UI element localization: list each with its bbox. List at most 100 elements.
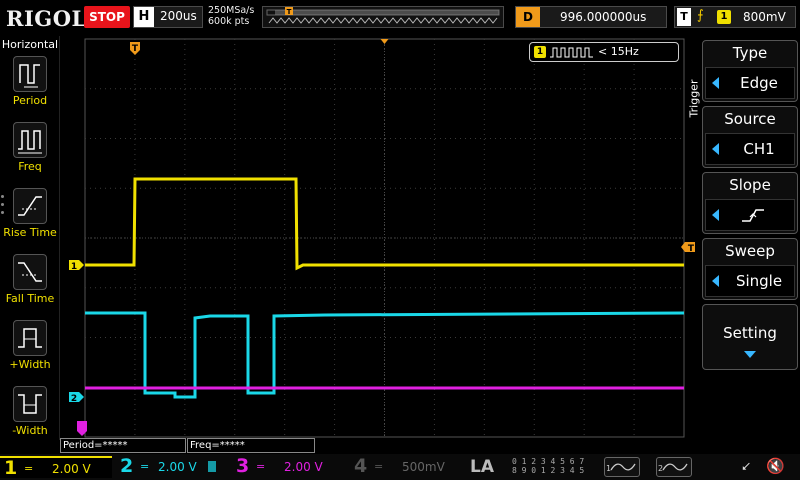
channel-3-status[interactable]: 3 = 2.00 V xyxy=(232,455,348,478)
measure-rise-time-button[interactable]: Rise Time xyxy=(0,188,60,250)
channel-1-status[interactable]: 1 = 2.00 V xyxy=(0,456,112,479)
generator-2-number: 2 xyxy=(658,464,664,473)
generator-2-button[interactable]: 2 xyxy=(656,457,692,477)
left-arrow-icon xyxy=(712,275,719,287)
channel-2-status[interactable]: 2 = 2.00 V xyxy=(116,455,232,478)
measure-menu: Horizontal Period Freq Rise Time Fall Ti… xyxy=(0,36,60,440)
la-bits-bottom: 8 9 0 1 2 3 4 5 xyxy=(512,466,585,475)
channel-1-offset-label: 1 xyxy=(71,262,77,272)
measure-negative-width-label: -Width xyxy=(12,424,48,437)
channel-3-coupling: = xyxy=(256,460,266,473)
trigger-menu-title: Trigger xyxy=(687,79,701,118)
trigger-slope-softkey[interactable]: Slope xyxy=(702,172,798,234)
fall-time-icon xyxy=(13,254,47,290)
trigger-type-label: Type xyxy=(732,44,768,62)
trigger-source-softkey[interactable]: Source CH1 xyxy=(702,106,798,168)
delay-key: D xyxy=(516,7,540,27)
channel-4-scale: 500mV xyxy=(402,460,445,474)
measure-positive-width-button[interactable]: +Width xyxy=(0,320,60,382)
top-status-bar: RIGOL STOP H 200us 250MSa/s 600k pts T D… xyxy=(0,0,800,36)
memory-waveform-icon: T xyxy=(266,7,500,24)
trigger-menu-label: Trigger xyxy=(686,70,702,130)
channel-1-coupling: = xyxy=(24,462,34,475)
trigger-position-label: T xyxy=(132,44,139,54)
trigger-menu: Type Edge Source CH1 Slope Sweep Single … xyxy=(702,36,800,440)
trigger-setting-label: Setting xyxy=(723,324,777,342)
trigger-source-label: Source xyxy=(724,110,776,128)
rising-edge-icon: ⨍ xyxy=(697,8,704,23)
bandwidth-limit-icon xyxy=(208,461,216,472)
trigger-setting-softkey[interactable]: Setting xyxy=(702,304,798,370)
trigger-slope-label: Slope xyxy=(729,176,771,194)
measure-frequency-label: Freq xyxy=(18,160,42,173)
frequency-icon xyxy=(13,122,47,158)
speaker-muted-icon[interactable]: 🔇 xyxy=(766,457,785,475)
frequency-counter-readout: 1 < 15Hz xyxy=(529,42,679,62)
measure-positive-width-label: +Width xyxy=(9,358,51,371)
channel-1-number: 1 xyxy=(4,457,18,479)
trigger-sweep-label: Sweep xyxy=(725,242,775,260)
measure-fall-time-label: Fall Time xyxy=(5,292,55,305)
logic-analyzer-status[interactable]: LA 0 1 2 3 4 5 6 7 8 9 0 1 2 3 4 5 xyxy=(468,456,602,478)
generator-1-button[interactable]: 1 xyxy=(604,457,640,477)
channel-4-status[interactable]: 4 = 500mV xyxy=(350,455,466,478)
trigger-key: T xyxy=(677,8,691,26)
channel-4-number: 4 xyxy=(354,455,368,477)
measure-period-button[interactable]: Period xyxy=(0,56,60,118)
measure-rise-time-label: Rise Time xyxy=(3,226,57,239)
channel-2-coupling: = xyxy=(140,460,150,473)
logic-analyzer-label: LA xyxy=(470,457,494,477)
usb-icon: ⭩ xyxy=(742,460,751,475)
memory-depth: 600k pts xyxy=(208,16,250,27)
measure-menu-title: Horizontal xyxy=(1,38,59,51)
trigger-source-badge: 1 xyxy=(717,10,731,24)
horizontal-key: H xyxy=(134,7,154,27)
channel-3-number: 3 xyxy=(236,455,250,477)
trigger-source-value: CH1 xyxy=(743,140,775,158)
measure-frequency-button[interactable]: Freq xyxy=(0,122,60,184)
positive-width-icon xyxy=(13,320,47,356)
measurement-period[interactable]: Period=***** xyxy=(60,438,186,453)
channel-1-scale: 2.00 V xyxy=(52,462,91,476)
memory-position-bar[interactable]: T xyxy=(262,6,504,28)
rising-slope-icon xyxy=(742,209,764,222)
period-icon xyxy=(13,56,47,92)
trigger-status-readout[interactable]: T ⨍ 1 800mV xyxy=(674,6,796,28)
measure-fall-time-button[interactable]: Fall Time xyxy=(0,254,60,316)
left-arrow-icon xyxy=(712,209,719,221)
negative-width-icon xyxy=(13,386,47,422)
trigger-sweep-softkey[interactable]: Sweep Single xyxy=(702,238,798,300)
counter-frequency-value: < 15Hz xyxy=(598,45,639,58)
measure-period-label: Period xyxy=(12,94,48,107)
trigger-sweep-value: Single xyxy=(735,272,783,290)
generator-1-number: 1 xyxy=(606,464,612,473)
trigger-delay-value: 996.000000us xyxy=(560,10,647,24)
brand-logo: RIGOL xyxy=(6,6,87,31)
waveform-display[interactable]: T T 1 2 xyxy=(60,36,700,456)
rise-time-icon xyxy=(13,188,47,224)
measure-negative-width-button[interactable]: -Width xyxy=(0,386,60,448)
left-arrow-icon xyxy=(712,77,719,89)
left-arrow-icon xyxy=(712,143,719,155)
memory-trigger-marker: T xyxy=(287,8,292,16)
down-arrow-icon xyxy=(744,351,756,358)
run-stop-indicator[interactable]: STOP xyxy=(84,6,130,28)
timebase-readout[interactable]: H 200us xyxy=(133,6,203,28)
trigger-delay-readout[interactable]: D 996.000000us xyxy=(515,6,667,28)
channel-2-number: 2 xyxy=(120,455,134,477)
trigger-type-value: Edge xyxy=(740,74,778,92)
pulse-train-icon xyxy=(550,47,593,58)
sample-rate: 250MSa/s xyxy=(208,5,255,16)
channel-2-offset-label: 2 xyxy=(71,394,77,404)
measurement-frequency[interactable]: Freq=***** xyxy=(187,438,315,453)
channel-3-scale: 2.00 V xyxy=(284,460,323,474)
channel-2-scale: 2.00 V xyxy=(158,460,197,474)
la-bits-top: 0 1 2 3 4 5 6 7 xyxy=(512,457,585,466)
acquisition-info: 250MSa/s 600k pts xyxy=(208,5,254,27)
timebase-value: 200us xyxy=(160,9,197,23)
counter-channel-badge: 1 xyxy=(534,46,546,58)
trigger-level-label: T xyxy=(688,244,695,254)
trigger-level-value: 800mV xyxy=(743,10,786,24)
trigger-type-softkey[interactable]: Type Edge xyxy=(702,40,798,102)
channel-4-coupling: = xyxy=(374,460,384,473)
